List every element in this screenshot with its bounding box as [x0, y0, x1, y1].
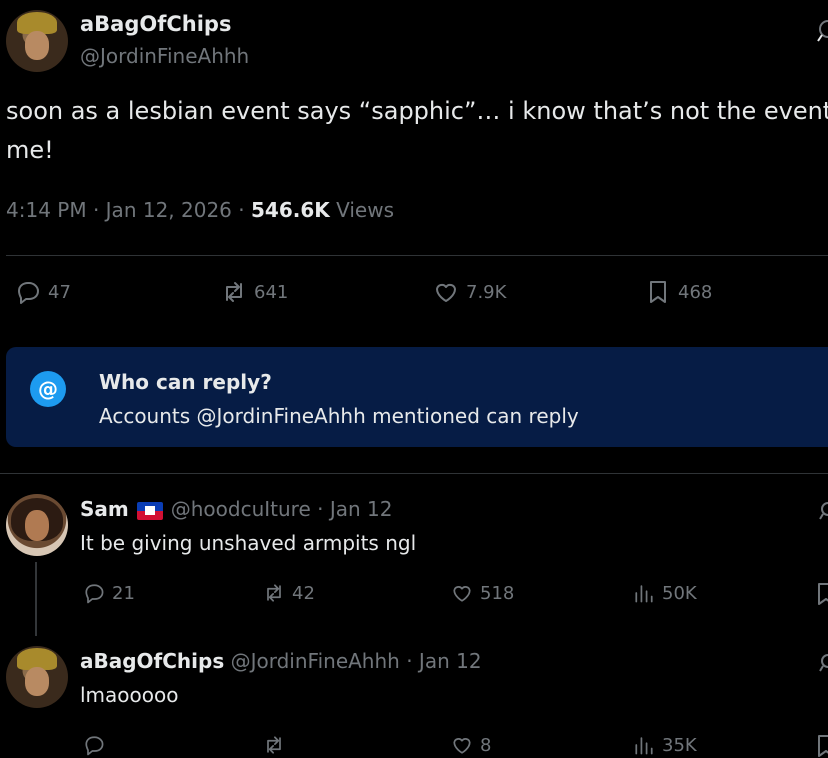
tweet-text-line2: me! — [6, 136, 54, 164]
reply-date[interactable]: · Jan 12 — [311, 497, 392, 521]
like-button[interactable]: 8 — [450, 733, 491, 757]
repost-button[interactable]: 641 — [220, 278, 288, 306]
bookmark-icon[interactable] — [816, 734, 828, 758]
banner-subtitle: Accounts @JordinFineAhhh mentioned can r… — [99, 404, 579, 428]
views-label: Views — [329, 198, 394, 222]
divider — [0, 473, 828, 474]
repost-count: 641 — [254, 281, 289, 303]
author-avatar[interactable] — [6, 10, 68, 72]
grok-icon[interactable] — [816, 18, 828, 44]
tweet-text-line1: soon as a lesbian event says “sapphic”… … — [6, 97, 828, 125]
reply-count: 21 — [112, 582, 135, 604]
repost-count: 42 — [292, 582, 315, 604]
reply-avatar[interactable] — [6, 494, 68, 556]
divider — [6, 255, 828, 256]
bookmark-icon — [650, 281, 666, 303]
repost-button[interactable]: 42 — [262, 581, 315, 605]
reply-button[interactable]: 21 — [82, 581, 135, 605]
like-count: 518 — [480, 582, 515, 604]
views-button[interactable]: 35K — [632, 733, 697, 757]
reply-author-handle[interactable]: @JordinFineAhhh — [231, 649, 400, 673]
reply-count: 47 — [48, 281, 71, 303]
reply-header: Sam @hoodcuIture · Jan 12 — [80, 497, 393, 521]
heart-icon — [453, 738, 471, 754]
reply-icon — [85, 584, 104, 604]
reply-button[interactable] — [82, 733, 112, 757]
author-handle[interactable]: @JordinFineAhhh — [80, 44, 249, 68]
reply-header: aBagOfChips @JordinFineAhhh · Jan 12 — [80, 649, 482, 673]
reply-avatar[interactable] — [6, 646, 68, 708]
reply-icon — [85, 736, 104, 756]
reply-date[interactable]: · Jan 12 — [400, 649, 481, 673]
heart-icon — [453, 586, 471, 602]
grok-icon[interactable] — [818, 652, 828, 674]
author-name[interactable]: aBagOfChips — [80, 12, 231, 36]
like-button[interactable]: 7.9K — [432, 278, 506, 306]
avatar-face — [24, 510, 50, 542]
repost-icon — [267, 584, 281, 602]
grok-icon[interactable] — [818, 500, 828, 522]
avatar-face — [24, 31, 50, 60]
reply-author-handle[interactable]: @hoodcuIture — [171, 497, 311, 521]
haiti-flag-icon — [136, 501, 163, 520]
repost-icon — [226, 282, 242, 302]
thread-connector — [35, 562, 37, 636]
repost-icon — [267, 736, 281, 754]
banner-title: Who can reply? — [99, 370, 272, 394]
views-count: 546.6K — [250, 198, 330, 222]
bookmark-icon[interactable] — [816, 582, 828, 606]
like-button[interactable]: 518 — [450, 581, 514, 605]
at-icon: @ — [30, 371, 66, 407]
reply-author-name[interactable]: Sam — [80, 497, 129, 521]
reply-button[interactable]: 47 — [14, 278, 71, 306]
bookmark-button[interactable]: 468 — [644, 278, 712, 306]
analytics-icon — [635, 585, 653, 603]
repost-button[interactable] — [262, 733, 292, 757]
analytics-icon — [635, 737, 653, 755]
heart-icon — [436, 283, 456, 302]
reply-icon — [18, 282, 39, 304]
reply-text: lmaooooo — [80, 683, 179, 707]
views-count: 50K — [662, 582, 697, 604]
views-count: 35K — [662, 734, 697, 756]
tweet-meta: 4:14 PM · Jan 12, 2026 · 546.6K Views — [6, 198, 394, 222]
like-count: 7.9K — [466, 281, 507, 303]
tweet-timestamp[interactable]: 4:14 PM · Jan 12, 2026 · — [6, 198, 251, 222]
reply-author-name[interactable]: aBagOfChips — [80, 649, 224, 673]
reply-text: It be giving unshaved armpits ngl — [80, 531, 417, 555]
bookmark-count: 468 — [678, 281, 713, 303]
like-count: 8 — [480, 734, 492, 756]
avatar-face — [24, 667, 50, 696]
reply-restriction-banner: @ Who can reply? Accounts @JordinFineAhh… — [6, 347, 828, 447]
views-button[interactable]: 50K — [632, 581, 697, 605]
